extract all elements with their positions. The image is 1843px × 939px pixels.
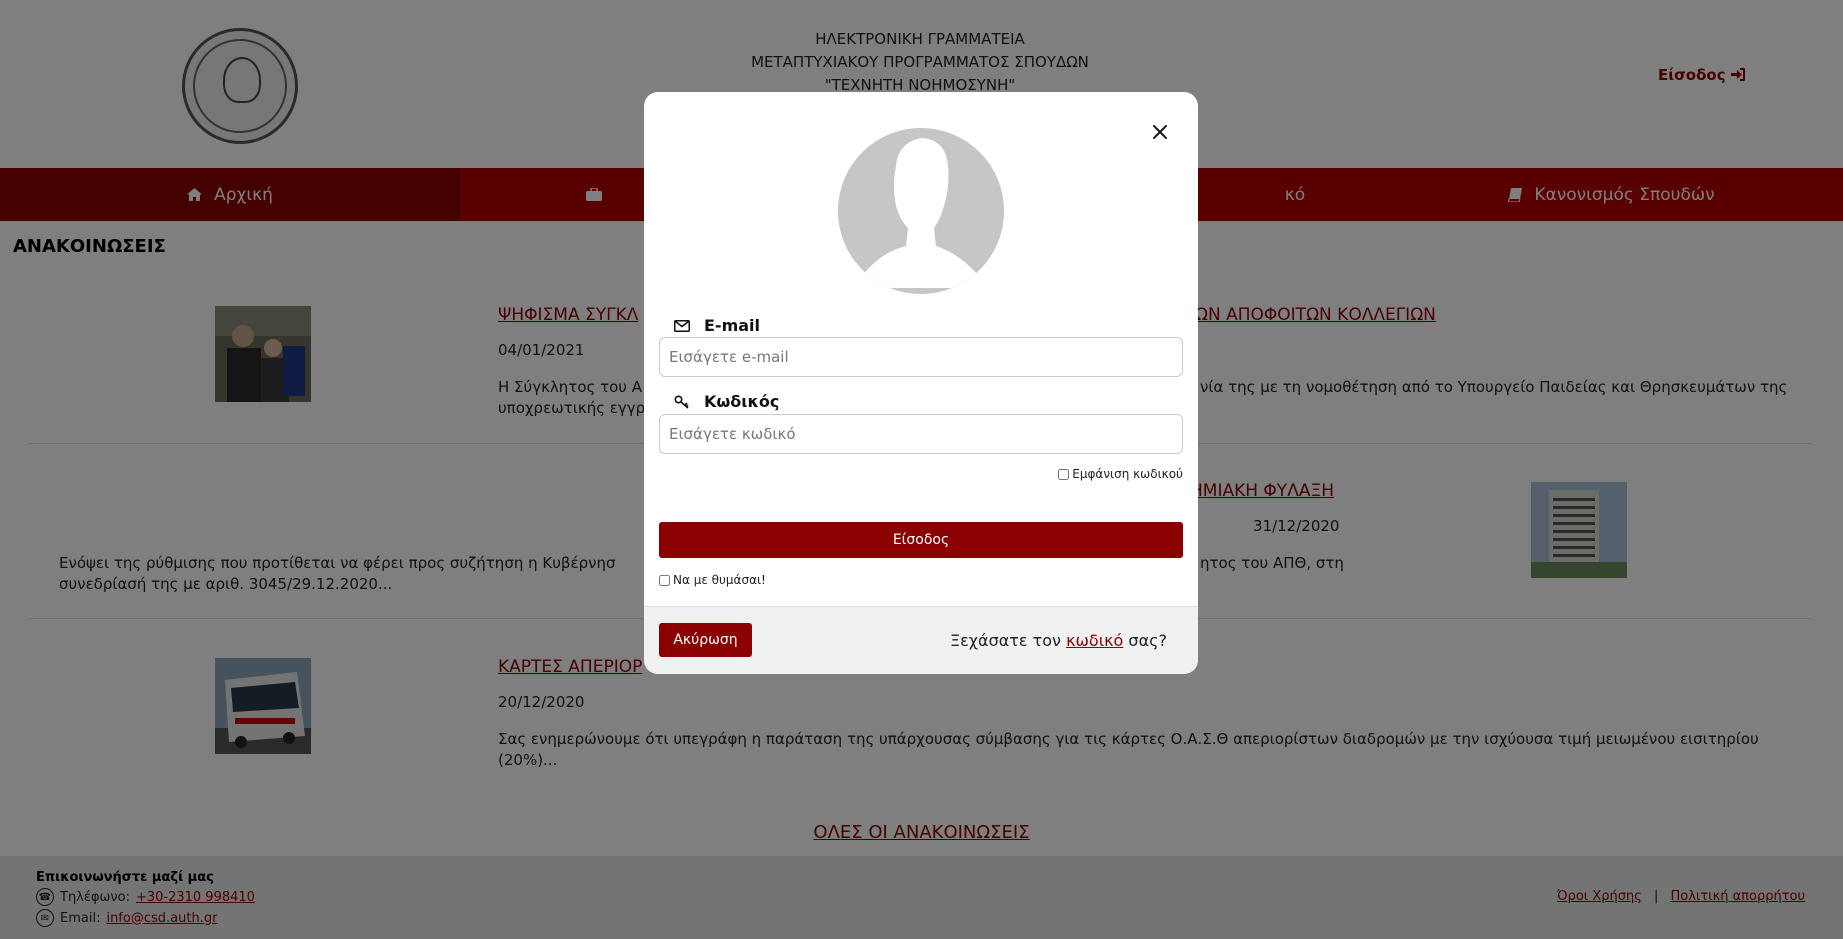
forgot-password-link[interactable]: κωδικό xyxy=(1066,631,1123,650)
remember-me-toggle[interactable]: Να με θυμάσαι! xyxy=(659,573,766,587)
email-field-label: E-mail xyxy=(674,316,760,335)
email-field[interactable] xyxy=(659,337,1183,377)
password-field-label: Κωδικός xyxy=(674,392,779,411)
remember-me-label: Να με θυμάσαι! xyxy=(673,573,766,587)
password-label-text: Κωδικός xyxy=(704,392,780,411)
cancel-button[interactable]: Ακύρωση xyxy=(659,623,752,657)
show-password-checkbox[interactable] xyxy=(1058,468,1070,480)
close-icon[interactable] xyxy=(1150,122,1170,142)
login-modal: E-mail Κωδικός Εμφάνιση κωδικού Είσοδος … xyxy=(644,92,1198,674)
user-silhouette-icon xyxy=(838,128,1004,294)
show-password-label: Εμφάνιση κωδικού xyxy=(1072,467,1183,481)
key-icon xyxy=(674,394,689,409)
avatar xyxy=(838,128,1004,294)
forgot-suffix: σας? xyxy=(1128,631,1167,650)
login-submit-button[interactable]: Είσοδος xyxy=(659,522,1183,558)
forgot-password-text: Ξεχάσατε τον κωδικό σας? xyxy=(950,631,1167,650)
email-label-text: E-mail xyxy=(704,316,761,335)
show-password-toggle[interactable]: Εμφάνιση κωδικού xyxy=(1058,467,1183,481)
password-field[interactable] xyxy=(659,414,1183,454)
envelope-icon xyxy=(674,319,690,332)
forgot-prefix: Ξεχάσατε τον xyxy=(950,631,1061,650)
remember-me-checkbox[interactable] xyxy=(659,574,670,586)
modal-footer: Ακύρωση Ξεχάσατε τον κωδικό σας? xyxy=(644,606,1198,674)
